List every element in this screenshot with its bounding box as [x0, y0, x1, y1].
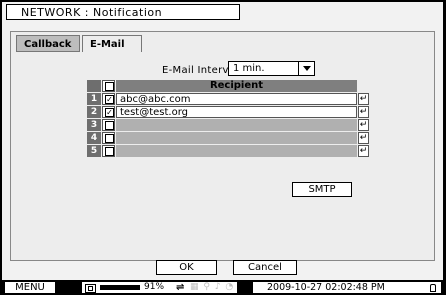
dropdown-arrow-icon[interactable]: [298, 62, 314, 75]
row-number: 5: [87, 145, 101, 157]
row-checkbox[interactable]: [102, 145, 115, 157]
frame-left: [0, 0, 2, 295]
enter-icon[interactable]: ↵: [358, 93, 369, 105]
row-number: 2: [87, 106, 101, 118]
menu-button[interactable]: MENU: [4, 281, 56, 294]
table-row: 2 ✓ test@test.org ↵: [87, 106, 369, 118]
disk-usage-bar: [100, 285, 140, 290]
recipient-field[interactable]: [116, 119, 357, 131]
select-all-checkbox[interactable]: [102, 80, 115, 92]
recipient-field[interactable]: [116, 132, 357, 144]
header-num-cell: [87, 80, 101, 92]
table-header-row: Recipient: [87, 80, 368, 92]
datetime-display: 2009-10-27 02:02:48 PM: [252, 281, 442, 294]
row-checkbox[interactable]: ✓: [102, 93, 115, 105]
inactive-status-icons: ▦ ⚲ ♪ ◔: [190, 282, 235, 292]
recipient-header: Recipient: [116, 80, 357, 92]
recipient-table: Recipient 1 ✓ abc@abc.com ↵ 2 ✓ test@tes…: [87, 80, 369, 158]
tab-callback[interactable]: Callback: [16, 35, 80, 52]
recipient-field[interactable]: abc@abc.com: [116, 93, 357, 105]
row-checkbox[interactable]: [102, 132, 115, 144]
disk-percent: 91%: [144, 282, 165, 292]
frame-top: [0, 0, 446, 2]
enter-icon[interactable]: ↵: [358, 132, 369, 144]
table-row: 1 ✓ abc@abc.com ↵: [87, 93, 369, 105]
smtp-button[interactable]: SMTP: [292, 182, 352, 197]
lock-icon: [430, 284, 436, 292]
table-row: 3 ↵: [87, 119, 369, 131]
table-row: 5 ↵: [87, 145, 369, 157]
table-row: 4 ↵: [87, 132, 369, 144]
tab-email[interactable]: E-Mail: [82, 35, 142, 52]
recipient-field[interactable]: [116, 145, 357, 157]
datetime-text: 2009-10-27 02:02:48 PM: [267, 282, 385, 293]
email-interval-select[interactable]: 1 min.: [228, 61, 315, 76]
email-interval-value: 1 min.: [233, 63, 265, 74]
row-number: 3: [87, 119, 101, 131]
enter-icon[interactable]: ↵: [358, 119, 369, 131]
window-title: NETWORK : Notification: [6, 4, 240, 20]
cancel-button[interactable]: Cancel: [233, 260, 297, 275]
ok-button[interactable]: OK: [156, 260, 217, 275]
status-indicators: 91% ⇌ ▦ ⚲ ♪ ◔: [81, 281, 238, 294]
enter-icon[interactable]: ↵: [358, 145, 369, 157]
row-number: 1: [87, 93, 101, 105]
row-checkbox[interactable]: ✓: [102, 106, 115, 118]
row-number: 4: [87, 132, 101, 144]
disk-icon: [85, 284, 96, 293]
network-icon: ⇌: [176, 282, 185, 293]
enter-icon[interactable]: ↵: [358, 106, 369, 118]
recipient-field[interactable]: test@test.org: [116, 106, 357, 118]
row-checkbox[interactable]: [102, 119, 115, 131]
